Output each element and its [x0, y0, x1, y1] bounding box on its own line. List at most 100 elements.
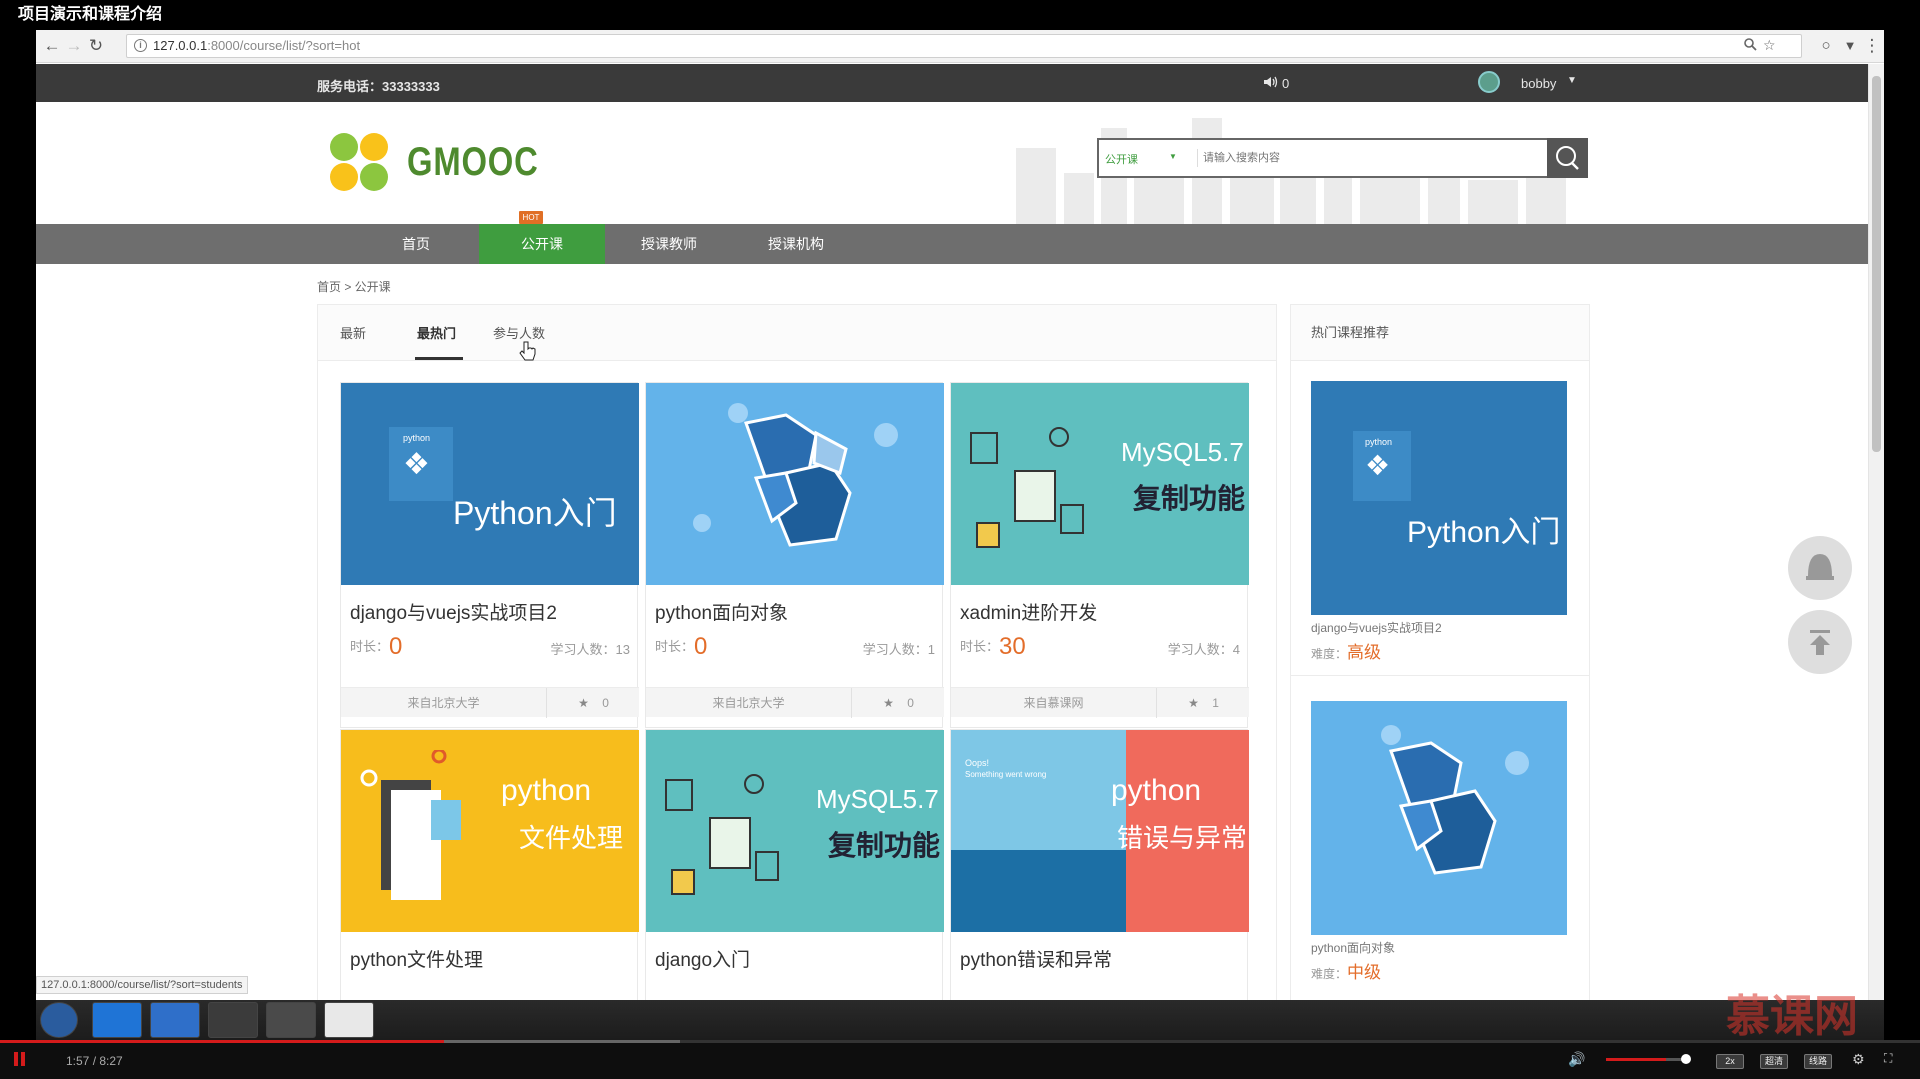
favorite-count[interactable]: ★ 0	[853, 688, 944, 718]
course-card[interactable]: python 文件处理 python文件处理	[340, 729, 639, 1000]
course-card[interactable]: python面向对象 时长：0 学习人数：1 来自北京大学 ★ 0	[645, 382, 944, 728]
course-thumbnail[interactable]: python 文件处理	[341, 730, 639, 932]
menu-dots-icon[interactable]: ⋮	[1862, 36, 1882, 56]
side-course-level: 难度：中级	[1311, 963, 1382, 982]
course-list-panel: 最新 最热门 参与人数 python ❖ Python入门 django与vue…	[317, 304, 1277, 1000]
progress-track[interactable]	[0, 1040, 1920, 1043]
notification-bell-button[interactable]	[1788, 536, 1852, 600]
message-count: 0	[1282, 76, 1290, 91]
taskbar-app-icon[interactable]	[208, 1002, 258, 1038]
search-input[interactable]	[1203, 146, 1503, 170]
course-card[interactable]: Oops! Something went wrong python 错误与异常 …	[950, 729, 1249, 1000]
gmooc-logo-icon[interactable]	[327, 130, 391, 194]
volume-slider[interactable]	[1606, 1058, 1686, 1061]
address-bar[interactable]: i 127.0.0.1:8000/course/list/?sort=hot ☆	[126, 34, 1802, 58]
taskbar-chrome-icon[interactable]	[266, 1002, 316, 1038]
course-title[interactable]: django入门	[655, 945, 750, 972]
thumb-title: Python入门	[453, 495, 617, 531]
active-tab-indicator	[415, 357, 463, 360]
browser-toolbar: ← → ↻ i 127.0.0.1:8000/course/list/?sort…	[36, 30, 1884, 63]
course-org[interactable]: 来自慕课网	[951, 688, 1157, 718]
nav-open-courses[interactable]: 公开课	[479, 224, 605, 264]
course-students: 13	[615, 642, 630, 657]
back-arrow-icon[interactable]: ←	[42, 36, 62, 56]
side-course-item[interactable]: python ❖ Python入门 django与vuejs实战项目2 难度：高…	[1311, 381, 1567, 663]
tab-latest[interactable]: 最新	[340, 323, 366, 342]
info-icon[interactable]: i	[134, 39, 147, 52]
user-avatar[interactable]	[1478, 71, 1500, 93]
extension-circle-icon[interactable]: ○	[1816, 36, 1836, 56]
hot-courses-sidebar: 热门课程推荐 python ❖ Python入门 django与vuejs实战项…	[1290, 304, 1590, 1000]
course-title[interactable]: xadmin进阶开发	[960, 598, 1097, 625]
course-title[interactable]: python文件处理	[350, 945, 483, 972]
settings-gear-icon[interactable]: ⚙	[1852, 1051, 1865, 1068]
web-page: 服务电话：33333333 0 bobby ▼ GMOOC 公开课 ▼ 请输入搜…	[36, 64, 1868, 1000]
back-to-top-button[interactable]	[1788, 610, 1852, 674]
side-course-name[interactable]: python面向对象	[1311, 939, 1567, 956]
course-thumbnail[interactable]	[646, 383, 944, 585]
site-topbar: 服务电话：33333333 0 bobby ▼	[36, 64, 1868, 102]
page-scrollbar[interactable]	[1868, 64, 1884, 1000]
course-card[interactable]: MySQL5.7 复制功能 django入门	[645, 729, 944, 1000]
course-thumbnail[interactable]: Oops! Something went wrong python 错误与异常	[951, 730, 1249, 932]
pause-icon[interactable]	[14, 1052, 18, 1066]
nav-organizations[interactable]: 授课机构	[733, 224, 859, 264]
course-thumbnail[interactable]: MySQL5.7 复制功能	[951, 383, 1249, 585]
course-org[interactable]: 来自北京大学	[341, 688, 547, 718]
chevron-down-icon[interactable]: ▼	[1567, 75, 1577, 86]
course-footer: 来自北京大学 ★ 0	[646, 687, 944, 718]
nav-home[interactable]: 首页	[353, 224, 479, 264]
python-3d-logo-icon	[693, 403, 898, 547]
tab-hottest[interactable]: 最热门	[417, 323, 456, 342]
url-path: :8000/course/list/?sort=hot	[207, 38, 361, 53]
extension-filter-icon[interactable]: ▼	[1840, 36, 1860, 56]
side-course-item[interactable]: python面向对象 难度：中级	[1311, 701, 1567, 983]
side-course-thumbnail[interactable]: python ❖ Python入门	[1311, 381, 1567, 615]
side-course-thumbnail[interactable]	[1311, 701, 1567, 935]
logo-text[interactable]: GMOOC	[407, 140, 539, 185]
volume-knob[interactable]	[1681, 1054, 1691, 1064]
course-title[interactable]: python面向对象	[655, 598, 788, 625]
hand-cursor-icon	[519, 341, 536, 361]
course-thumbnail[interactable]: MySQL5.7 复制功能	[646, 730, 944, 932]
forward-arrow-icon[interactable]: →	[64, 36, 84, 56]
favorite-count[interactable]: ★ 0	[548, 688, 639, 718]
search-button[interactable]	[1547, 138, 1588, 178]
breadcrumb[interactable]: 首页 > 公开课	[317, 278, 391, 295]
reload-icon[interactable]: ↻	[86, 36, 106, 56]
chevron-down-icon[interactable]: ▼	[1169, 152, 1177, 161]
status-url-tooltip: 127.0.0.1:8000/course/list/?sort=student…	[36, 976, 248, 994]
taskbar-app-icon[interactable]	[324, 1002, 374, 1038]
speaker-icon[interactable]	[1262, 74, 1278, 93]
bookmark-star-icon[interactable]: ☆	[1763, 35, 1776, 55]
volume-icon[interactable]: 🔊	[1568, 1051, 1585, 1068]
favorite-count[interactable]: ★ 1	[1158, 688, 1249, 718]
course-card[interactable]: MySQL5.7 复制功能 xadmin进阶开发 时长：30 学习人数：4 来自…	[950, 382, 1249, 728]
watermark: 慕课网	[1726, 992, 1858, 1041]
quality-button[interactable]: 超清	[1760, 1054, 1788, 1069]
nav-teachers[interactable]: 授课教师	[606, 224, 732, 264]
side-course-level: 难度：高级	[1311, 643, 1382, 662]
site-header: GMOOC 公开课 ▼	[36, 102, 1868, 224]
fullscreen-icon[interactable]: ⛶	[1884, 1051, 1892, 1066]
taskbar-app-icon[interactable]	[92, 1002, 142, 1038]
tab-participants[interactable]: 参与人数	[493, 323, 545, 342]
speed-button[interactable]: 2x	[1716, 1054, 1744, 1069]
route-button[interactable]: 线路	[1804, 1054, 1832, 1069]
python-badge: python ❖	[389, 427, 453, 501]
course-title[interactable]: django与vuejs实战项目2	[350, 598, 557, 625]
arrow-up-icon	[1810, 630, 1830, 655]
start-button[interactable]	[40, 1002, 78, 1038]
side-course-name[interactable]: django与vuejs实战项目2	[1311, 619, 1567, 636]
username[interactable]: bobby	[1521, 76, 1556, 91]
scrollbar-thumb[interactable]	[1872, 76, 1881, 452]
course-org[interactable]: 来自北京大学	[646, 688, 852, 718]
video-controls: 1:57 / 8:27 🔊 2x 超清 线路 ⚙ ⛶	[0, 1040, 1920, 1079]
course-title[interactable]: python错误和异常	[960, 945, 1112, 972]
search-category[interactable]: 公开课	[1105, 151, 1138, 167]
course-thumbnail[interactable]: python ❖ Python入门	[341, 383, 639, 585]
taskbar-word-icon[interactable]	[150, 1002, 200, 1038]
search-box: 公开课 ▼	[1097, 138, 1588, 178]
course-card[interactable]: python ❖ Python入门 django与vuejs实战项目2 时长：0…	[340, 382, 639, 728]
zoom-icon[interactable]	[1743, 36, 1757, 56]
